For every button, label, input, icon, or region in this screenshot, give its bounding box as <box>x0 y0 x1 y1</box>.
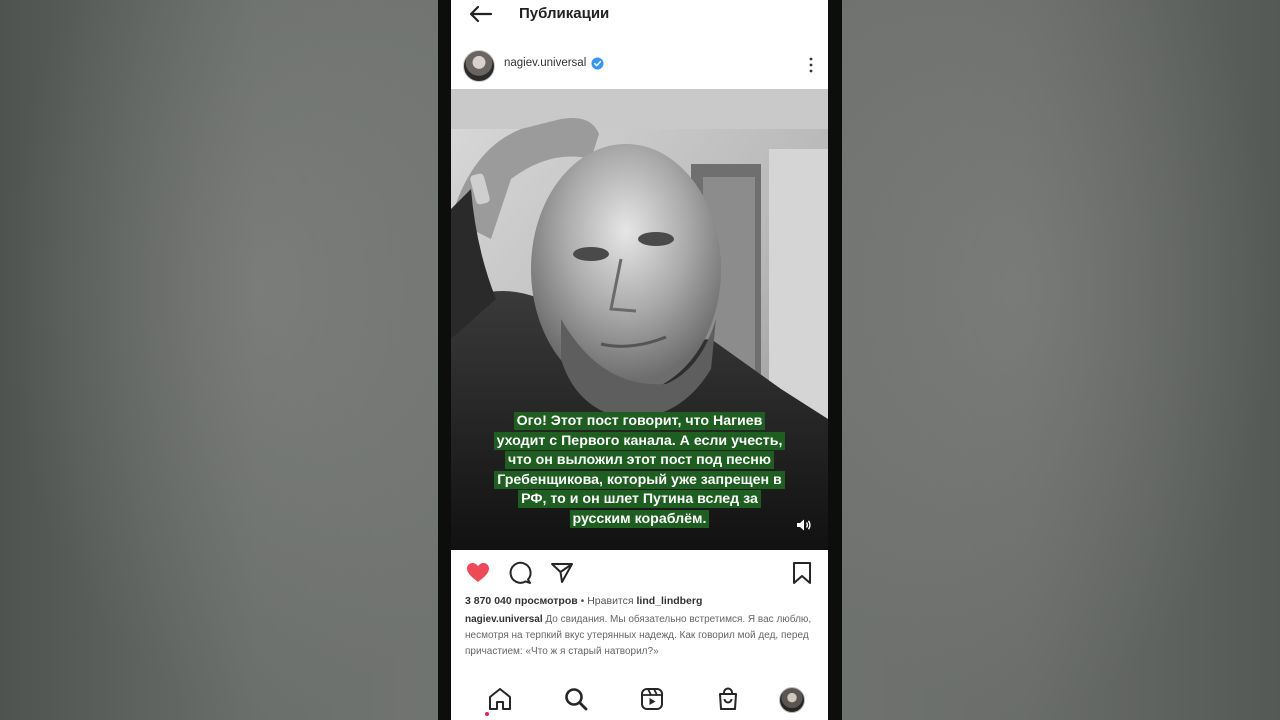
instagram-screen: Публикации nagiev.universal Ого! Этот по… <box>451 0 828 720</box>
comment-icon[interactable] <box>507 560 533 586</box>
avatar[interactable] <box>463 50 495 82</box>
phone-frame: Публикации nagiev.universal Ого! Этот по… <box>438 0 842 720</box>
description-author[interactable]: nagiev.universal <box>465 614 543 625</box>
bookmark-icon[interactable] <box>789 560 815 586</box>
post-actions <box>451 556 828 592</box>
post-media[interactable]: Ого! Этот пост говорит, что Нагиев уходи… <box>451 89 828 550</box>
background-right <box>842 0 1280 720</box>
shop-icon[interactable] <box>715 686 741 712</box>
reels-icon[interactable] <box>639 686 665 712</box>
background-left <box>0 0 438 720</box>
speaker-icon[interactable] <box>796 518 812 532</box>
post-description: nagiev.universal До свидания. Мы обязате… <box>465 612 815 660</box>
bottom-navigation <box>451 680 828 720</box>
arrow-left-icon[interactable] <box>467 4 493 24</box>
post-stats: 3 870 040 просмотров • Нравится lind_lin… <box>465 595 702 607</box>
caption-overlay: Ого! Этот пост говорит, что Нагиев уходи… <box>491 412 788 529</box>
caption-overlay-text: Ого! Этот пост говорит, что Нагиев уходи… <box>493 412 786 528</box>
home-icon[interactable] <box>487 686 513 712</box>
search-icon[interactable] <box>563 686 589 712</box>
liked-by-prefix: • Нравится <box>577 595 637 607</box>
page-title: Публикации <box>519 5 610 22</box>
send-icon[interactable] <box>549 560 575 586</box>
heart-icon[interactable] <box>465 560 491 586</box>
post-header: nagiev.universal <box>451 46 828 86</box>
liked-by-user[interactable]: lind_lindberg <box>636 595 702 607</box>
profile-avatar[interactable] <box>779 687 805 713</box>
notification-dot <box>485 712 489 716</box>
more-vertical-icon[interactable] <box>808 55 814 75</box>
verified-badge-icon <box>591 57 604 70</box>
post-username[interactable]: nagiev.universal <box>504 57 586 69</box>
views-count: 3 870 040 просмотров <box>465 595 578 607</box>
top-bar: Публикации <box>451 0 828 34</box>
